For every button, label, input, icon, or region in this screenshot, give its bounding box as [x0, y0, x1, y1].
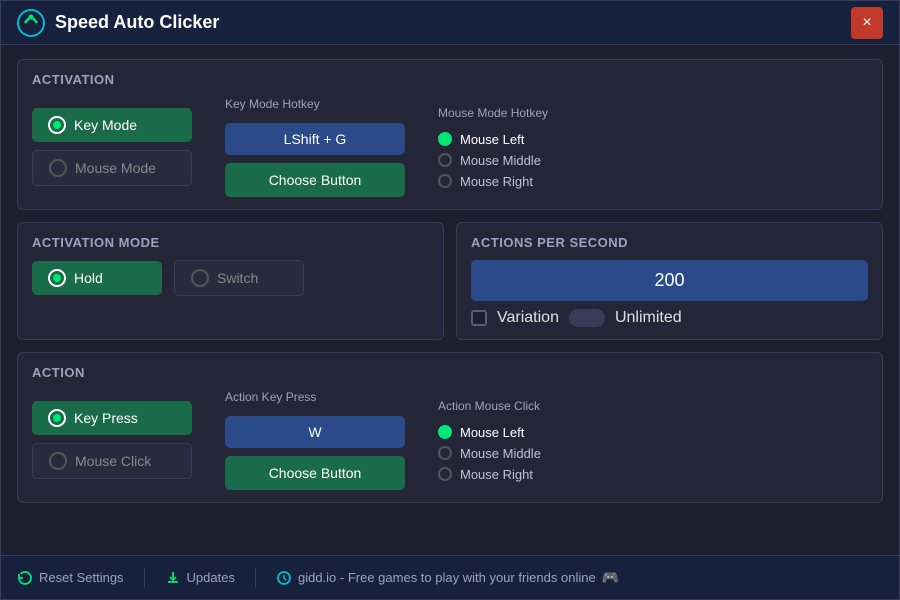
action-mouse-middle-opt[interactable]: Mouse Middle	[438, 446, 541, 461]
gidd-link[interactable]: gidd.io - Free games to play with your f…	[276, 569, 619, 586]
title-bar: Speed Auto Clicker ×	[1, 1, 899, 45]
key-mode-button[interactable]: Key Mode	[32, 108, 192, 142]
key-press-radio	[48, 409, 66, 427]
action-key-col: Action Key Press W Choose Button	[225, 390, 405, 490]
act-mouse-right-opt[interactable]: Mouse Right	[438, 174, 548, 189]
main-content: Activation Key Mode Mouse Mode Ke	[1, 45, 899, 555]
hold-label: Hold	[74, 270, 103, 286]
aps-options: Variation Unlimited	[471, 309, 868, 327]
action-mouse-right-dot	[438, 467, 452, 481]
bottom-bar: Reset Settings Updates gidd.io - Free ga…	[1, 555, 899, 599]
key-choose-button[interactable]: Choose Button	[225, 163, 405, 197]
action-mouse-left-opt[interactable]: Mouse Left	[438, 425, 541, 440]
title-bar-left: Speed Auto Clicker	[17, 9, 219, 37]
gidd-label: gidd.io - Free games to play with your f…	[298, 570, 596, 585]
bottom-divider2	[255, 568, 256, 588]
actmode-buttons-row: Hold Switch	[32, 260, 429, 296]
reset-label: Reset Settings	[39, 570, 124, 585]
gidd-emoji: 🎮	[602, 569, 619, 586]
key-press-label: Key Press	[74, 410, 138, 426]
gidd-icon	[276, 570, 292, 586]
act-mouse-right-dot	[438, 174, 452, 188]
mouse-mode-button[interactable]: Mouse Mode	[32, 150, 192, 186]
action-mouse-right-opt[interactable]: Mouse Right	[438, 467, 541, 482]
switch-button[interactable]: Switch	[174, 260, 304, 296]
key-mode-radio	[48, 116, 66, 134]
activation-row: Key Mode Mouse Mode Key Mode Hotkey LShi…	[32, 97, 868, 197]
act-mouse-left-opt[interactable]: Mouse Left	[438, 132, 548, 147]
close-button[interactable]: ×	[851, 7, 883, 39]
aps-title: Actions Per Second	[471, 235, 868, 250]
unlimited-toggle[interactable]	[569, 309, 605, 327]
updates-icon	[165, 570, 181, 586]
variation-label: Variation	[497, 309, 559, 327]
act-mouse-right-label: Mouse Right	[460, 174, 533, 189]
mouse-hotkey-col: Mouse Mode Hotkey Mouse Left Mouse Middl…	[438, 106, 548, 189]
act-mouse-middle-label: Mouse Middle	[460, 153, 541, 168]
action-mouse-opts: Mouse Left Mouse Middle Mouse Right	[438, 425, 541, 482]
updates-button[interactable]: Updates	[165, 570, 235, 586]
mouse-click-radio	[49, 452, 67, 470]
key-press-button[interactable]: Key Press	[32, 401, 192, 435]
act-mouse-left-label: Mouse Left	[460, 132, 524, 147]
action-mouse-col: Action Mouse Click Mouse Left Mouse Midd…	[438, 399, 541, 482]
action-choose-button[interactable]: Choose Button	[225, 456, 405, 490]
action-mouse-right-label: Mouse Right	[460, 467, 533, 482]
activation-mode-group: Key Mode Mouse Mode	[32, 108, 192, 186]
action-mouse-left-dot	[438, 425, 452, 439]
action-mouse-middle-label: Mouse Middle	[460, 446, 541, 461]
mouse-mode-label: Mouse Mode	[75, 160, 156, 176]
app-icon	[17, 9, 45, 37]
key-hotkey-display: LShift + G	[225, 123, 405, 155]
updates-label: Updates	[187, 570, 235, 585]
actmode-section: Activation Mode Hold Switch	[17, 222, 444, 340]
action-section: Action Key Press Mouse Click Acti	[17, 352, 883, 503]
mouse-hotkey-opts: Mouse Left Mouse Middle Mouse Right	[438, 132, 548, 189]
mouse-mode-radio	[49, 159, 67, 177]
bottom-divider1	[144, 568, 145, 588]
action-key-title: Action Key Press	[225, 390, 405, 404]
actmode-title: Activation Mode	[32, 235, 429, 250]
action-mouse-middle-dot	[438, 446, 452, 460]
variation-checkbox[interactable]	[471, 310, 487, 326]
action-key-display: W	[225, 416, 405, 448]
action-mouse-left-label: Mouse Left	[460, 425, 524, 440]
action-row: Key Press Mouse Click Action Key Press W…	[32, 390, 868, 490]
act-mouse-middle-opt[interactable]: Mouse Middle	[438, 153, 548, 168]
mouse-click-label: Mouse Click	[75, 453, 151, 469]
act-mouse-middle-dot	[438, 153, 452, 167]
switch-radio	[191, 269, 209, 287]
action-mouse-title: Action Mouse Click	[438, 399, 541, 413]
reset-icon	[17, 570, 33, 586]
activation-title: Activation	[32, 72, 868, 87]
action-mode-group: Key Press Mouse Click	[32, 401, 192, 479]
key-hotkey-title: Key Mode Hotkey	[225, 97, 405, 111]
action-title: Action	[32, 365, 868, 380]
key-hotkey-col: Key Mode Hotkey LShift + G Choose Button	[225, 97, 405, 197]
middle-row: Activation Mode Hold Switch Actions Per …	[17, 222, 883, 340]
act-mouse-left-dot	[438, 132, 452, 146]
aps-section: Actions Per Second 200 Variation Unlimit…	[456, 222, 883, 340]
aps-value-display[interactable]: 200	[471, 260, 868, 301]
activation-section: Activation Key Mode Mouse Mode Ke	[17, 59, 883, 210]
app-title: Speed Auto Clicker	[55, 12, 219, 33]
reset-settings-button[interactable]: Reset Settings	[17, 570, 124, 586]
mouse-click-button[interactable]: Mouse Click	[32, 443, 192, 479]
key-mode-label: Key Mode	[74, 117, 137, 133]
hold-radio	[48, 269, 66, 287]
unlimited-label: Unlimited	[615, 309, 682, 327]
hold-button[interactable]: Hold	[32, 261, 162, 295]
mouse-hotkey-title: Mouse Mode Hotkey	[438, 106, 548, 120]
switch-label: Switch	[217, 270, 258, 286]
main-window: Speed Auto Clicker × Activation Key Mode…	[0, 0, 900, 600]
